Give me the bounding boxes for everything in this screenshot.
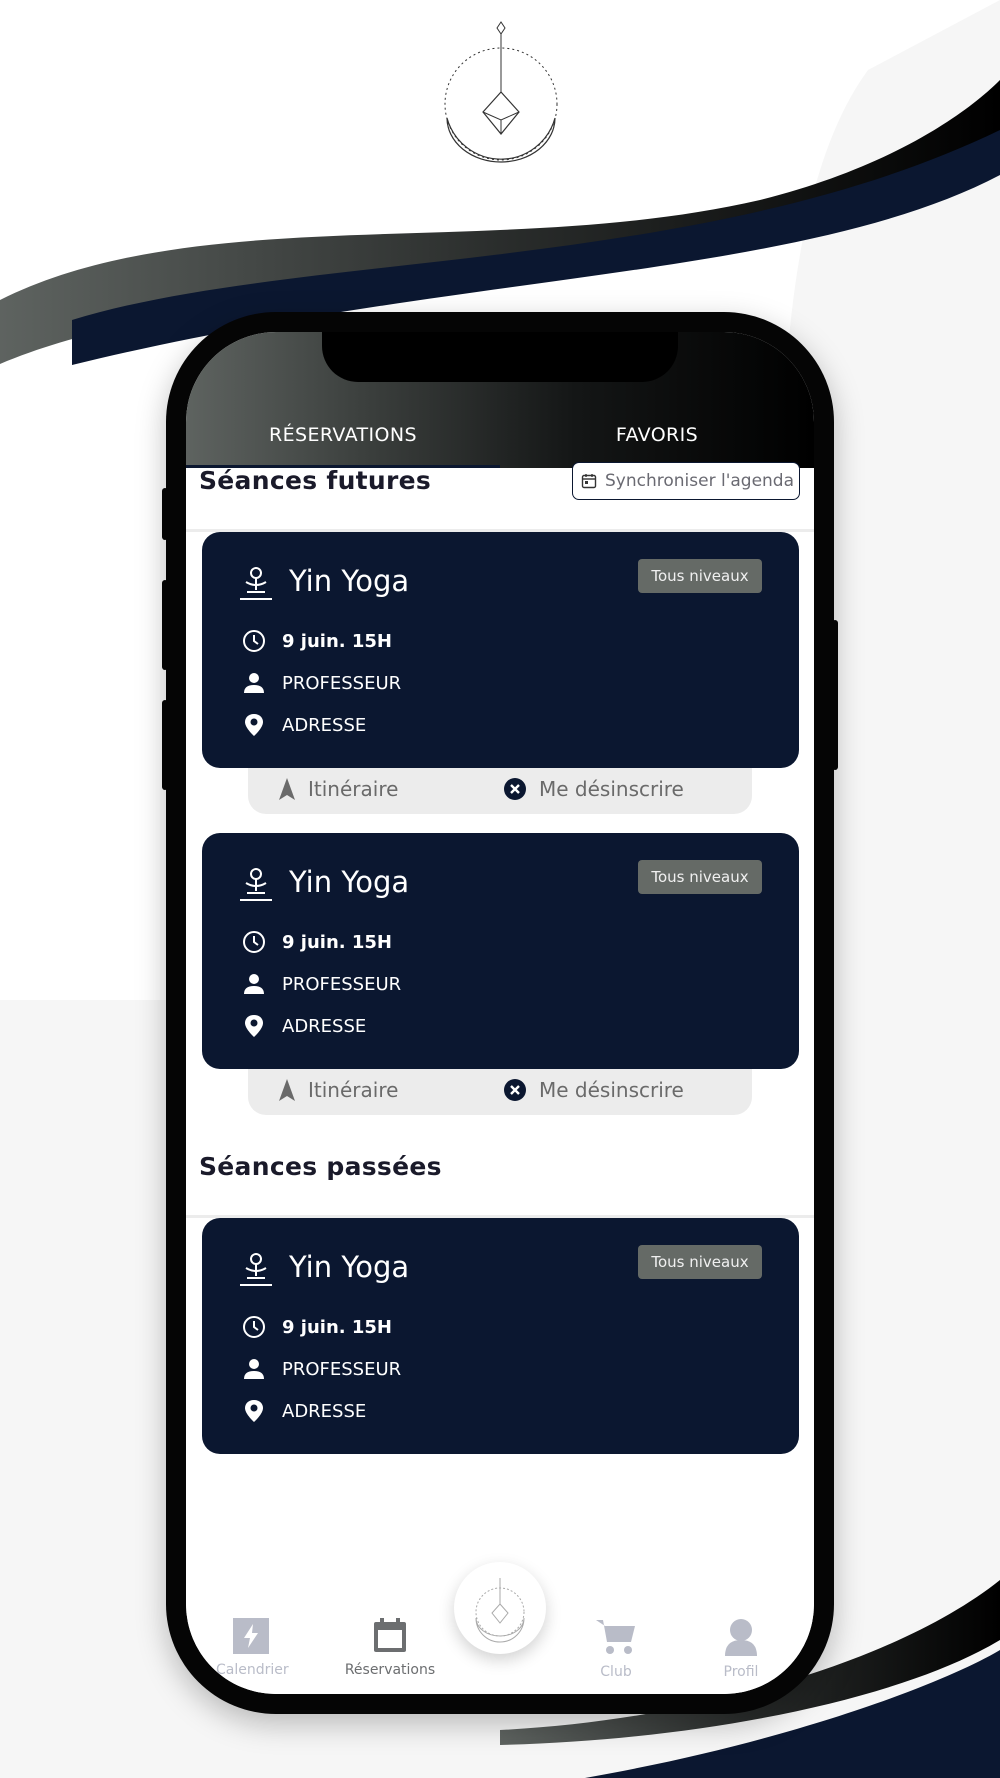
clock-icon (243, 1316, 265, 1338)
level-badge: Tous niveaux (638, 559, 762, 593)
volume-down-button (162, 700, 168, 790)
session-card[interactable]: Yin Yoga Tous niveaux 9 juin. 15H PROFES… (202, 1218, 799, 1454)
location-pin-icon (245, 1015, 263, 1037)
past-sessions-title: Séances passées (199, 1152, 442, 1181)
session-actions: Itinéraire Me désinscrire (248, 768, 752, 814)
clock-icon (243, 630, 265, 652)
mute-switch (162, 488, 168, 540)
session-teacher-row: PROFESSEUR (242, 671, 401, 695)
brand-logo-icon (475, 1578, 525, 1643)
cart-icon (596, 1620, 635, 1654)
itinerary-button[interactable]: Itinéraire (278, 1078, 398, 1102)
location-pin-icon (245, 1400, 263, 1422)
nav-profil-label: Profil (723, 1664, 759, 1680)
sync-calendar-button[interactable]: Synchroniser l'agenda (572, 462, 800, 500)
location-pin-icon (245, 714, 263, 736)
unsubscribe-button[interactable]: Me désinscrire (503, 1078, 684, 1102)
sync-calendar-label: Synchroniser l'agenda (605, 471, 795, 491)
app-screen: RÉSERVATIONS FAVORIS Séances futures Syn… (186, 332, 814, 1694)
nav-reservations-label: Réservations (344, 1662, 436, 1678)
session-title: Yin Yoga (289, 564, 410, 598)
session-title: Yin Yoga (289, 1250, 410, 1284)
nav-calendrier-label: Calendrier (216, 1662, 289, 1678)
unsubscribe-label: Me désinscrire (539, 777, 684, 801)
nav-club[interactable]: Club (586, 1618, 646, 1680)
session-date-row: 9 juin. 15H (242, 930, 392, 954)
session-teacher: PROFESSEUR (282, 973, 402, 995)
navigation-arrow-icon (279, 778, 295, 800)
close-circle-icon (504, 778, 526, 800)
lightning-icon (233, 1618, 269, 1654)
session-actions: Itinéraire Me désinscrire (248, 1069, 752, 1115)
power-button (832, 620, 838, 770)
nav-profil[interactable]: Profil (711, 1618, 771, 1680)
session-date: 9 juin. 15H (282, 931, 392, 953)
calendar-icon (581, 474, 597, 489)
session-teacher: PROFESSEUR (282, 672, 402, 694)
session-teacher-row: PROFESSEUR (242, 972, 401, 996)
itinerary-label: Itinéraire (308, 777, 399, 801)
nav-calendrier[interactable]: Calendrier (216, 1618, 289, 1678)
person-icon (244, 974, 264, 994)
session-card[interactable]: Yin Yoga Tous niveaux 9 juin. 15H PROFES… (202, 532, 799, 768)
person-icon (244, 1359, 264, 1379)
session-address: ADRESSE (282, 1400, 367, 1422)
nav-reservations[interactable]: Réservations (340, 1618, 440, 1678)
session-address-row: ADRESSE (242, 1014, 366, 1038)
home-logo-button[interactable] (454, 1562, 546, 1654)
session-title: Yin Yoga (289, 865, 410, 899)
unsubscribe-button[interactable]: Me désinscrire (503, 777, 684, 801)
meditation-icon (240, 1253, 272, 1286)
session-address: ADRESSE (282, 1015, 367, 1037)
meditation-icon (240, 567, 272, 600)
session-teacher-row: PROFESSEUR (242, 1357, 401, 1381)
calendar-icon (374, 1618, 406, 1652)
level-badge: Tous niveaux (638, 860, 762, 894)
meditation-icon (240, 868, 272, 901)
session-address-row: ADRESSE (242, 713, 366, 737)
volume-up-button (162, 580, 168, 670)
session-address-row: ADRESSE (242, 1399, 366, 1423)
tab-favoris[interactable]: FAVORIS (500, 424, 814, 446)
person-icon (244, 673, 264, 693)
level-badge: Tous niveaux (638, 1245, 762, 1279)
future-sessions-title: Séances futures (199, 466, 432, 495)
nav-club-label: Club (600, 1664, 632, 1680)
brand-logo (444, 21, 558, 163)
session-date-row: 9 juin. 15H (242, 1315, 392, 1339)
session-date-row: 9 juin. 15H (242, 629, 392, 653)
tab-reservations[interactable]: RÉSERVATIONS (186, 424, 500, 446)
session-address: ADRESSE (282, 714, 367, 736)
app-header: RÉSERVATIONS FAVORIS (186, 332, 814, 468)
profile-icon (725, 1619, 757, 1656)
itinerary-label: Itinéraire (308, 1078, 399, 1102)
phone-frame: RÉSERVATIONS FAVORIS Séances futures Syn… (162, 312, 838, 1714)
bottom-navigation: Calendrier Réservations Club Profil (186, 1562, 814, 1694)
session-date: 9 juin. 15H (282, 630, 392, 652)
itinerary-button[interactable]: Itinéraire (278, 777, 398, 801)
session-card[interactable]: Yin Yoga Tous niveaux 9 juin. 15H PROFES… (202, 833, 799, 1069)
session-date: 9 juin. 15H (282, 1316, 392, 1338)
navigation-arrow-icon (279, 1079, 295, 1101)
clock-icon (243, 931, 265, 953)
close-circle-icon (504, 1079, 526, 1101)
session-teacher: PROFESSEUR (282, 1358, 402, 1380)
notch (322, 332, 678, 382)
unsubscribe-label: Me désinscrire (539, 1078, 684, 1102)
